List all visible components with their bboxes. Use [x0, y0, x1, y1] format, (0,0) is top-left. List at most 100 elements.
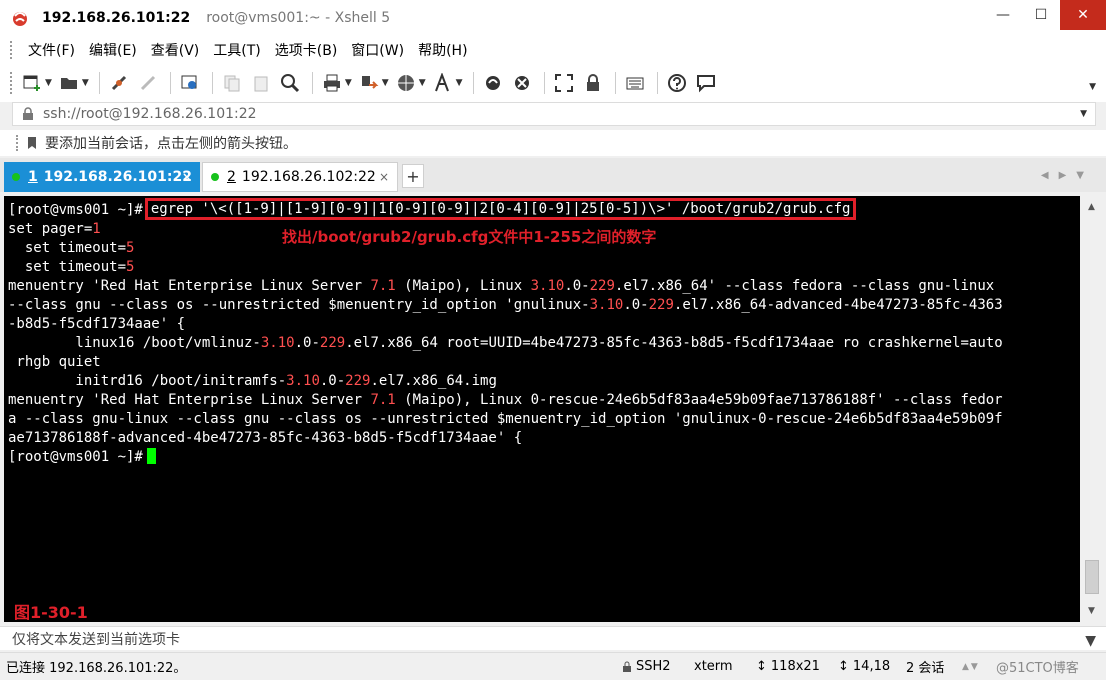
title-bar: 192.168.26.101:22 root@vms001:~ - Xshell…	[0, 0, 1106, 36]
transfer-dropdown-icon[interactable]: ▼	[382, 78, 389, 88]
terminal-output-line: initrd16 /boot/initramfs-3.10.0-229.el7.…	[8, 372, 1080, 391]
matched-number: 229	[589, 278, 615, 294]
lock-icon	[586, 74, 599, 91]
session-status-dot-icon	[12, 173, 20, 181]
transfer-button[interactable]	[356, 70, 382, 96]
send-target-dropdown-icon[interactable]: ▼	[1085, 633, 1096, 649]
toolbar-grip-handle[interactable]	[10, 72, 13, 94]
tab-session-2[interactable]: 2 192.168.26.102:22 ×	[202, 162, 398, 192]
menu-tools[interactable]: 工具(T)	[206, 40, 267, 60]
xftp-button[interactable]	[480, 70, 506, 96]
output-text: (Maipo), Linux	[395, 278, 531, 294]
session-status-dot-icon	[211, 173, 219, 181]
matched-number: 3.10	[589, 297, 624, 313]
output-text: .0-	[564, 278, 590, 294]
folder-icon	[60, 78, 77, 89]
help-button[interactable]	[664, 70, 690, 96]
menu-edit[interactable]: 编辑(E)	[82, 40, 144, 60]
scroll-up-icon[interactable]: ▲	[1088, 202, 1095, 212]
fullscreen-button[interactable]	[551, 70, 577, 96]
menu-tabs[interactable]: 选项卡(B)	[268, 40, 345, 60]
address-dropdown-icon[interactable]: ▼	[1080, 109, 1087, 119]
keyboard-button[interactable]	[622, 70, 648, 96]
window-title-host: 192.168.26.101:22	[42, 10, 191, 26]
properties-button[interactable]	[177, 70, 203, 96]
terminal-prompt: [root@vms001 ~]#	[8, 202, 143, 218]
tab-close-icon[interactable]: ×	[379, 170, 389, 184]
hint-grip-handle[interactable]	[16, 135, 19, 151]
search-icon	[280, 74, 299, 93]
terminal-output-line: ae713786188f-advanced-4be47273-85fc-4363…	[8, 429, 1080, 448]
new-session-dropdown-icon[interactable]: ▼	[45, 78, 52, 88]
tab-session-1[interactable]: 1 192.168.26.101:22 ×	[4, 162, 200, 192]
xshell-logo-icon	[13, 12, 27, 26]
address-value: ssh://root@192.168.26.101:22	[43, 106, 257, 122]
font-dropdown-icon[interactable]: ▼	[456, 78, 463, 88]
tab-label: 192.168.26.102:22	[241, 169, 376, 185]
print-button[interactable]	[319, 70, 345, 96]
paste-button[interactable]	[248, 70, 274, 96]
minimize-button[interactable]: —	[984, 0, 1022, 30]
menu-file[interactable]: 文件(F)	[21, 40, 82, 60]
maximize-button[interactable]: ☐	[1022, 0, 1060, 30]
toolbar-separator	[543, 72, 545, 94]
matched-number: 1	[92, 221, 101, 237]
find-button[interactable]	[277, 70, 303, 96]
close-window-button[interactable]: ✕	[1060, 0, 1106, 30]
copy-button[interactable]	[219, 70, 245, 96]
reconnect-button[interactable]	[106, 70, 132, 96]
tab-close-icon[interactable]: ×	[182, 170, 192, 184]
terminal-prompt: [root@vms001 ~]#	[8, 449, 143, 465]
session-hint-bar: 要添加当前会话，点击左侧的箭头按钮。	[0, 130, 1106, 156]
font-button[interactable]	[430, 70, 456, 96]
menu-help[interactable]: 帮助(H)	[411, 40, 474, 60]
terminal-size-value: 118x21	[770, 659, 820, 674]
output-text: .el7.x86_64' --class fedora --class gnu-…	[614, 278, 995, 294]
menu-bar: 文件(F) 编辑(E) 查看(V) 工具(T) 选项卡(B) 窗口(W) 帮助(…	[0, 36, 1106, 64]
new-session-button[interactable]	[19, 70, 45, 96]
terminal-scrollbar[interactable]: ▲ ▼	[1082, 196, 1102, 622]
bookmark-icon[interactable]	[25, 136, 39, 150]
status-nav-arrows-icon[interactable]: ▲▼	[962, 662, 980, 672]
toolbar: ▼ ▼ ▼ ▼ ▼ ▼ ▼	[0, 64, 1106, 102]
open-dropdown-icon[interactable]: ▼	[82, 78, 89, 88]
toolbar-separator	[614, 72, 616, 94]
output-text: .0-	[294, 335, 320, 351]
add-tab-button[interactable]: +	[402, 164, 424, 188]
disconnect-button[interactable]	[135, 70, 161, 96]
resize-icon: ↕	[756, 659, 767, 674]
toolbar-separator	[472, 72, 474, 94]
globe-button[interactable]	[393, 70, 419, 96]
command-annotation: 找出/boot/grub2/grub.cfg文件中1-255之间的数字	[282, 228, 657, 246]
output-text: menuentry 'Red Hat Enterprise Linux Serv…	[8, 278, 371, 294]
output-text: .el7.x86_64 root=UUID=4be47273-85fc-4363…	[345, 335, 1003, 351]
command-line: [root@vms001 ~]# egrep '\<([1-9]|[1-9][0-…	[8, 198, 1080, 220]
terminal-output-line: a --class gnu-linux --class gnu --class …	[8, 410, 1080, 429]
matched-number: 3.10	[530, 278, 565, 294]
menu-window[interactable]: 窗口(W)	[344, 40, 411, 60]
copy-icon	[224, 75, 240, 92]
print-dropdown-icon[interactable]: ▼	[345, 78, 352, 88]
globe-dropdown-icon[interactable]: ▼	[419, 78, 426, 88]
toolbar-overflow-icon[interactable]: ▼	[1089, 82, 1096, 92]
menu-view[interactable]: 查看(V)	[144, 40, 207, 60]
menu-grip-handle[interactable]	[10, 41, 13, 59]
terminal-area[interactable]: [root@vms001 ~]# egrep '\<([1-9]|[1-9][0-…	[4, 196, 1080, 622]
terminal-output-line: linux16 /boot/vmlinuz-3.10.0-229.el7.x86…	[8, 334, 1080, 353]
address-bar[interactable]: ssh://root@192.168.26.101:22 ▼	[12, 102, 1096, 126]
toolbar-separator	[211, 72, 213, 94]
xmanager-icon	[514, 76, 529, 90]
tab-scroll-arrows-icon[interactable]: ◀▶▼	[1041, 170, 1094, 181]
xmanager-button[interactable]	[509, 70, 535, 96]
output-text: -b8d5-f5cdf1734aae' {	[8, 316, 186, 332]
matched-number: 3.10	[286, 373, 320, 389]
open-folder-button[interactable]	[56, 70, 82, 96]
comment-button[interactable]	[693, 70, 719, 96]
lock-button[interactable]	[580, 70, 606, 96]
terminal-output-line: menuentry 'Red Hat Enterprise Linux Serv…	[8, 391, 1080, 410]
compose-send-bar[interactable]: 仅将文本发送到当前选项卡 ▼	[0, 626, 1106, 650]
scroll-down-icon[interactable]: ▼	[1088, 606, 1095, 616]
scrollbar-thumb[interactable]	[1085, 560, 1099, 594]
terminal-output-line: menuentry 'Red Hat Enterprise Linux Serv…	[8, 277, 1080, 296]
terminal-type: xterm	[694, 659, 733, 674]
